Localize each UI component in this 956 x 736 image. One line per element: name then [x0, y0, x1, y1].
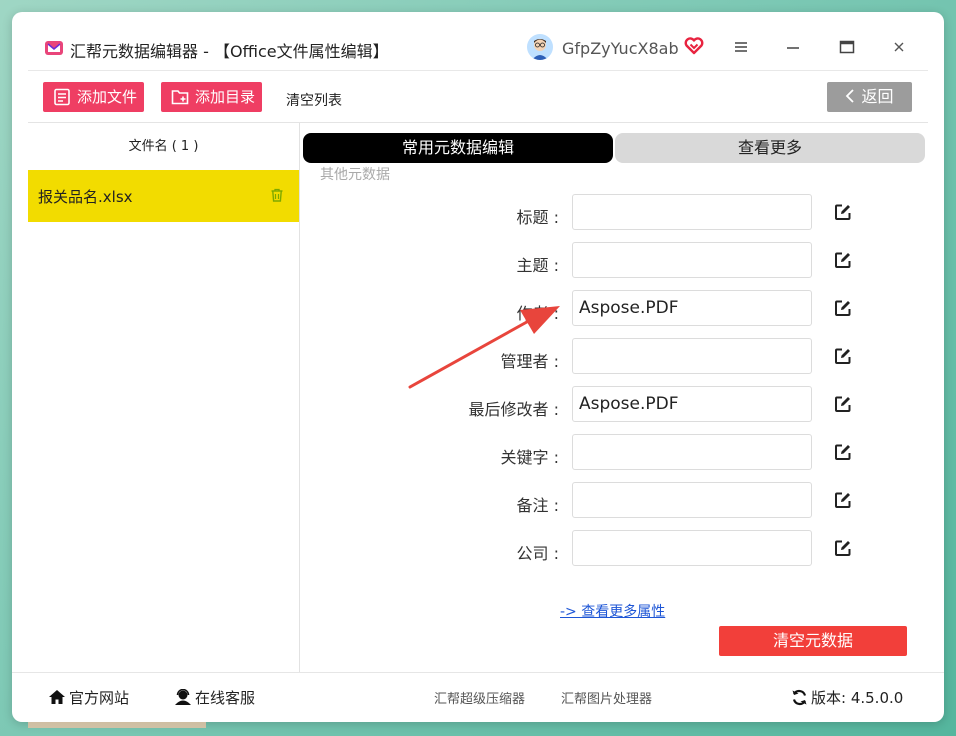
company-field[interactable] — [572, 530, 812, 566]
field-label-author: 作者 : — [516, 304, 559, 323]
edit-icon[interactable] — [834, 347, 852, 365]
home-icon — [49, 690, 65, 704]
file-list-header: 文件名 ( 1 ) — [128, 139, 199, 154]
add-file-button[interactable]: 添加文件 — [43, 82, 144, 112]
section-label: 其他元数据 — [320, 167, 390, 183]
user-avatar[interactable] — [527, 34, 553, 60]
file-list-panel: 文件名 ( 1 ) 报关品名.xlsx — [28, 123, 300, 672]
maximize-button[interactable] — [832, 32, 862, 62]
comments-field[interactable] — [572, 482, 812, 518]
vip-heart-icon[interactable] — [684, 36, 704, 56]
footer: 官方网站 在线客服 汇帮超级压缩器 汇帮图片处理器 版本: 4.5.0.0 — [12, 672, 944, 722]
minimize-button[interactable] — [778, 32, 808, 62]
edit-icon[interactable] — [834, 539, 852, 557]
field-label-comments: 备注 : — [516, 496, 559, 515]
field-label-company: 公司 : — [516, 544, 559, 563]
online-service-link[interactable]: 在线客服 — [174, 687, 255, 708]
avatar-icon — [527, 34, 553, 60]
version-label: 版本: 4.5.0.0 — [811, 689, 904, 707]
edit-icon[interactable] — [834, 251, 852, 269]
add-directory-label: 添加目录 — [195, 88, 256, 106]
window-shadow-accent — [28, 722, 206, 728]
toolbar: 添加文件 添加目录 清空列表 返回 — [12, 74, 944, 122]
customer-service-icon — [175, 688, 191, 705]
keywords-field[interactable] — [572, 434, 812, 470]
trash-icon[interactable] — [269, 187, 285, 203]
window-title: 汇帮元数据编辑器 - 【Office文件属性编辑】 — [70, 42, 389, 61]
folder-add-icon — [171, 90, 189, 105]
edit-icon[interactable] — [834, 299, 852, 317]
refresh-icon — [792, 689, 807, 706]
app-logo-icon — [45, 41, 63, 55]
edit-icon[interactable] — [834, 491, 852, 509]
field-label-manager: 管理者 : — [500, 352, 559, 371]
hamburger-icon — [735, 42, 747, 52]
clear-list-button[interactable]: 清空列表 — [286, 90, 342, 110]
maximize-icon — [839, 40, 855, 54]
file-list-icon — [54, 88, 70, 106]
edit-icon[interactable] — [834, 443, 852, 461]
file-name: 报关品名.xlsx — [38, 188, 133, 206]
tab-common-metadata[interactable]: 常用元数据编辑 — [303, 133, 613, 163]
close-button[interactable] — [884, 32, 914, 62]
file-list-item[interactable]: 报关品名.xlsx — [28, 170, 299, 222]
compressor-link[interactable]: 汇帮超级压缩器 — [434, 688, 525, 707]
clear-metadata-button[interactable]: 清空元数据 — [719, 626, 907, 656]
subject-field[interactable] — [572, 242, 812, 278]
view-more-properties-link[interactable]: -> 查看更多属性 — [560, 601, 665, 621]
manager-field[interactable] — [572, 338, 812, 374]
back-button[interactable]: 返回 — [827, 82, 912, 112]
back-label: 返回 — [861, 87, 894, 106]
title-bar: 汇帮元数据编辑器 - 【Office文件属性编辑】 GfpZyYucX8ab — [12, 12, 944, 74]
online-service-label: 在线客服 — [195, 689, 256, 707]
official-website-label: 官方网站 — [69, 689, 130, 707]
add-directory-button[interactable]: 添加目录 — [161, 82, 262, 112]
version-info[interactable]: 版本: 4.5.0.0 — [791, 686, 903, 708]
add-file-label: 添加文件 — [77, 88, 138, 106]
last-modified-by-field[interactable] — [572, 386, 812, 422]
chevron-left-icon — [846, 89, 855, 103]
official-website-link[interactable]: 官方网站 — [48, 687, 129, 708]
image-tool-link[interactable]: 汇帮图片处理器 — [561, 688, 652, 707]
field-label-last-modified-by: 最后修改者 : — [468, 400, 559, 419]
field-label-subject: 主题 : — [516, 256, 559, 275]
author-field[interactable] — [572, 290, 812, 326]
title-field[interactable] — [572, 194, 812, 230]
title-divider — [28, 70, 928, 71]
app-window: 汇帮元数据编辑器 - 【Office文件属性编辑】 GfpZyYucX8ab 添… — [12, 12, 944, 722]
tab-view-more[interactable]: 查看更多 — [615, 133, 925, 163]
close-icon — [894, 42, 904, 52]
edit-icon[interactable] — [834, 395, 852, 413]
field-label-title: 标题 : — [516, 208, 559, 227]
field-label-keywords: 关键字 : — [500, 448, 559, 467]
menu-button[interactable] — [726, 32, 756, 62]
edit-icon[interactable] — [834, 203, 852, 221]
username[interactable]: GfpZyYucX8ab — [562, 39, 679, 58]
minimize-icon — [787, 47, 799, 49]
